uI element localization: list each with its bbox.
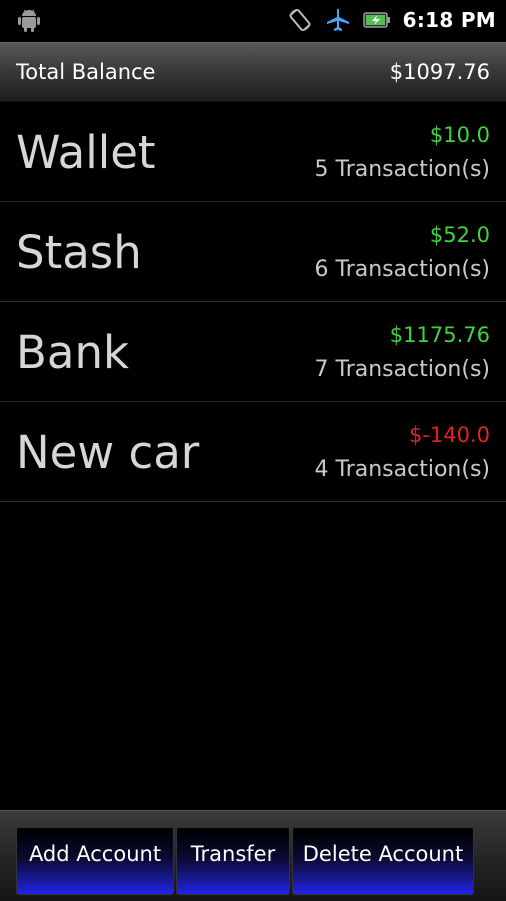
total-balance-label: Total Balance [16,60,156,84]
account-amount: $52.0 [429,223,490,247]
delete-account-button[interactable]: Delete Account [292,827,474,895]
account-row-stash[interactable]: Stash $52.0 6 Transaction(s) [0,202,506,302]
account-name: Stash [16,226,142,279]
account-transaction-count: 6 Transaction(s) [314,257,490,282]
rotate-icon [287,7,313,33]
account-transaction-count: 4 Transaction(s) [314,457,490,482]
account-row-wallet[interactable]: Wallet $10.0 5 Transaction(s) [0,102,506,202]
account-name: New car [16,426,200,479]
account-amount: $10.0 [429,123,490,147]
add-account-button[interactable]: Add Account [16,827,174,895]
battery-charging-icon [362,10,391,30]
total-balance-value: $1097.76 [389,60,490,84]
transfer-button[interactable]: Transfer [176,827,290,895]
clock: 6:18 PM [402,8,496,32]
account-list: Wallet $10.0 5 Transaction(s) Stash $52.… [0,102,506,502]
status-bar: 6:18 PM [0,0,506,40]
total-balance-bar: Total Balance $1097.76 [0,42,506,102]
account-name: Bank [16,326,130,379]
account-amount: $-140.0 [408,423,490,447]
account-transaction-count: 7 Transaction(s) [314,357,490,382]
account-name: Wallet [16,126,156,179]
account-transaction-count: 5 Transaction(s) [314,157,490,182]
account-amount: $1175.76 [389,323,490,347]
account-row-bank[interactable]: Bank $1175.76 7 Transaction(s) [0,302,506,402]
button-bar: Add Account Transfer Delete Account [0,810,506,901]
airplane-icon [325,7,351,33]
android-icon [18,8,40,32]
account-row-new-car[interactable]: New car $-140.0 4 Transaction(s) [0,402,506,502]
